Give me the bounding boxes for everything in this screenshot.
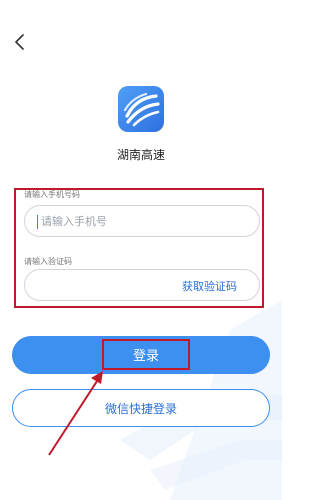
get-code-button[interactable]: 获取验证码 [182,278,237,294]
login-button-label[interactable]: 登录 [102,339,190,370]
phone-label: 请输入手机号码 [24,190,80,199]
app-logo [118,86,164,132]
highway-logo-icon [123,92,160,127]
code-label: 请输入验证码 [24,257,72,266]
chevron-left-icon [15,34,24,50]
phone-input[interactable] [41,206,241,236]
wechat-login-button[interactable]: 微信快捷登录 [12,389,270,427]
back-button[interactable] [8,30,32,54]
app-name: 湖南高速 [116,148,165,162]
text-cursor [37,215,38,229]
phone-field[interactable] [24,205,260,237]
code-field[interactable]: 获取验证码 [24,269,260,301]
